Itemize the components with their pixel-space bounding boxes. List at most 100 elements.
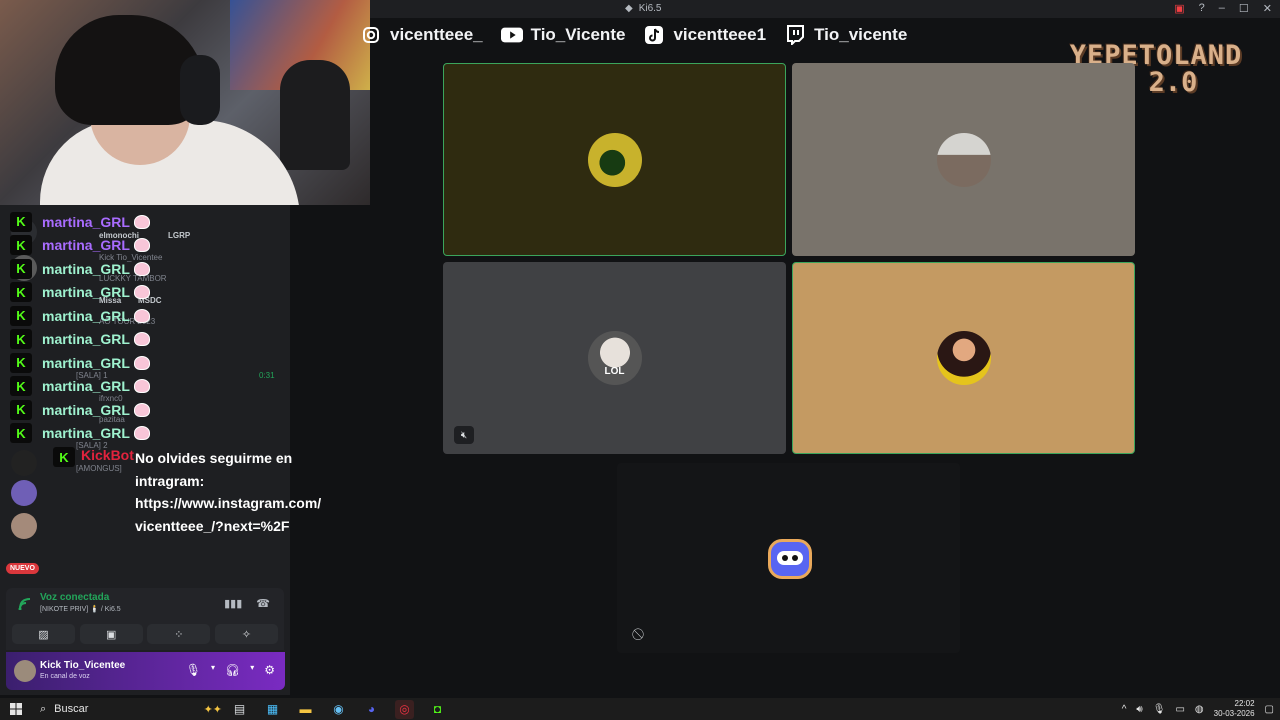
- chat-username: martina_GRL: [42, 284, 130, 301]
- server-icon[interactable]: [11, 480, 37, 506]
- signal-icon[interactable]: [18, 598, 32, 613]
- notifications-icon[interactable]: ▢: [1265, 704, 1274, 715]
- tray-app-icon[interactable]: ◍: [1195, 704, 1204, 715]
- maximize-button[interactable]: ☐: [1239, 2, 1249, 15]
- file-explorer-icon[interactable]: ▬: [296, 700, 315, 719]
- chat-message: K martina_GRL: [10, 375, 340, 399]
- discord-icon[interactable]: ◕: [362, 700, 381, 719]
- kick-badge-icon: K: [53, 447, 75, 467]
- chat-username: martina_GRL: [42, 213, 130, 230]
- soundboard-icon: ✧: [241, 628, 252, 641]
- chat-username: martina_GRL: [42, 354, 130, 371]
- participant-tile[interactable]: [792, 63, 1135, 256]
- chat-message: K martina_GRL: [10, 257, 340, 281]
- new-badge: NUEVO: [6, 563, 39, 574]
- voice-actions: ▨ ▣ ⁘ ✧: [12, 624, 278, 644]
- muted-icon: 🚫︎: [631, 629, 645, 641]
- screen: ◆ Ki6.5 ▣ ? – ☐ ✕ vicentteee_ Tio_Vicent…: [0, 0, 1280, 720]
- clock[interactable]: 22:02 30-03-2026: [1214, 699, 1255, 719]
- tiktok-icon: [643, 25, 665, 45]
- headphones-icon[interactable]: 🎧︎: [225, 663, 240, 677]
- discord-avatar-icon: [761, 529, 819, 587]
- windows-start-icon[interactable]: [0, 703, 32, 715]
- minimize-button[interactable]: –: [1219, 2, 1225, 15]
- username[interactable]: Kick Tio_Vicentee: [40, 660, 125, 671]
- chat-message: K martina_GRL: [10, 210, 340, 234]
- user-status: En canal de voz: [40, 673, 90, 680]
- participant-tile[interactable]: LOL 🔇︎: [443, 262, 786, 454]
- voice-connection-panel: Voz conectada [NIKOTE PRIV] 🕯️ / Ki6.5 ▮…: [6, 588, 284, 650]
- social-instagram: vicentteee_: [360, 25, 483, 45]
- store-icon[interactable]: ▦: [263, 700, 282, 719]
- record-icon[interactable]: ▣: [1174, 2, 1184, 15]
- webcam-headset: [180, 55, 220, 125]
- webcam-microphone: [280, 60, 350, 170]
- server-icon[interactable]: [11, 450, 37, 476]
- chat-message: K martina_GRL: [10, 281, 340, 305]
- voice-status[interactable]: Voz conectada: [40, 592, 109, 603]
- server-icon[interactable]: [11, 513, 37, 539]
- chat-username: martina_GRL: [42, 260, 130, 277]
- camera-button[interactable]: ▨: [12, 624, 75, 644]
- chevron-down-icon[interactable]: ▾: [250, 663, 254, 677]
- kick-badge-icon: K: [10, 352, 32, 373]
- kick-badge-icon: K: [10, 376, 32, 397]
- kick-badge-icon: K: [10, 423, 32, 444]
- kitty-emote-icon: [133, 426, 150, 441]
- chat-username: martina_GRL: [42, 307, 130, 324]
- taskbar-apps: ▤ ▦ ▬ ◉ ◕ ◎ ◘: [230, 699, 447, 719]
- microphone-tray-icon[interactable]: 🎙︎: [1153, 704, 1166, 715]
- chat-username: martina_GRL: [42, 378, 130, 395]
- user-panel: Kick Tio_Vicentee En canal de voz 🎙︎ ▾ 🎧…: [6, 652, 285, 690]
- instagram-icon: [360, 25, 382, 45]
- avatar-eye: [792, 555, 798, 561]
- social-youtube: Tio_Vicente: [500, 25, 625, 45]
- participant-tile[interactable]: [443, 63, 786, 256]
- kick-badge-icon: K: [10, 235, 32, 256]
- chat-message: K martina_GRL: [10, 398, 340, 422]
- participant-tile[interactable]: [792, 262, 1135, 454]
- avatar: [587, 132, 642, 187]
- soundboard-button[interactable]: ✧: [214, 624, 278, 644]
- kick-app-icon[interactable]: ◘: [428, 700, 447, 719]
- kickbot-message: K KickBot No olvides seguirme en intragr…: [53, 447, 321, 534]
- kitty-emote-icon: [133, 379, 150, 394]
- steam-icon[interactable]: ◉: [329, 700, 348, 719]
- disconnect-icon[interactable]: ☎: [256, 597, 270, 610]
- window-controls: ▣ ? – ☐ ✕: [1174, 2, 1272, 15]
- kick-badge-icon: K: [10, 282, 32, 303]
- kitty-emote-icon: [133, 285, 150, 300]
- avatar: [936, 331, 991, 385]
- chevron-down-icon[interactable]: ▾: [211, 663, 215, 677]
- kick-badge-icon: K: [10, 211, 32, 232]
- obs-icon[interactable]: ◎: [395, 699, 414, 719]
- screen-share-button[interactable]: ▣: [79, 624, 143, 644]
- kitty-emote-icon: [133, 355, 150, 370]
- avatar[interactable]: [14, 660, 36, 682]
- social-twitch: Tio_vicente: [784, 25, 907, 45]
- help-icon[interactable]: ?: [1199, 2, 1205, 15]
- kitty-emote-icon: [133, 238, 150, 253]
- voice-channel-name[interactable]: [NIKOTE PRIV] 🕯️ / Ki6.5: [40, 605, 121, 613]
- taskbar-search[interactable]: ⌕ Buscar ✦✦: [32, 698, 222, 720]
- volume-icon[interactable]: 🔊︎: [1136, 704, 1142, 715]
- kitty-emote-icon: [133, 214, 150, 229]
- close-button[interactable]: ✕: [1263, 2, 1272, 15]
- avatar-eye: [782, 555, 788, 561]
- chat-message: K martina_GRL: [10, 351, 340, 375]
- task-view-icon[interactable]: ▤: [230, 700, 249, 719]
- self-tile[interactable]: 🚫︎: [617, 463, 960, 653]
- chat-username: martina_GRL: [42, 425, 130, 442]
- chat-message: K martina_GRL: [10, 304, 340, 328]
- kitty-emote-icon: [133, 261, 150, 276]
- noise-suppression-icon[interactable]: ▮▮▮: [224, 597, 242, 610]
- settings-gear-icon[interactable]: ⚙: [264, 663, 275, 677]
- search-highlight-icon: ✦✦: [203, 703, 222, 716]
- kick-badge-icon: K: [10, 329, 32, 350]
- microphone-icon[interactable]: 🎙︎: [186, 663, 201, 677]
- activities-button[interactable]: ⁘: [147, 624, 211, 644]
- network-icon[interactable]: ▭: [1175, 704, 1184, 715]
- chat-message-text: No olvides seguirme en intragram: https:…: [135, 450, 322, 534]
- chat-message: K martina_GRL: [10, 234, 340, 258]
- chevron-up-icon[interactable]: ^: [1122, 704, 1127, 715]
